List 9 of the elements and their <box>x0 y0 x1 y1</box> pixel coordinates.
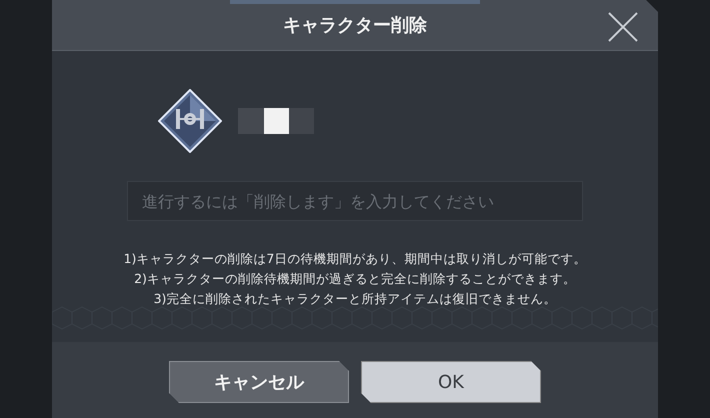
note-text: 3)完全に削除されたキャラクターと所持アイテムは復旧できません。 <box>154 291 556 307</box>
confirm-input-field[interactable]: 進行するには「削除します」を入力してください <box>127 181 583 221</box>
close-button[interactable] <box>608 12 638 42</box>
note-text: 2)キャラクターの削除待機期間が過ぎると完全に削除することができます。 <box>134 271 576 287</box>
cancel-button[interactable]: キャンセル <box>169 361 349 403</box>
dialog-title: キャラクター削除 <box>283 14 427 37</box>
note-text: 1)キャラクターの削除は7日の待機期間があり、期間中は取り消しが可能です。 <box>124 251 586 267</box>
close-icon <box>608 12 638 42</box>
ok-button[interactable]: OK <box>361 361 541 403</box>
